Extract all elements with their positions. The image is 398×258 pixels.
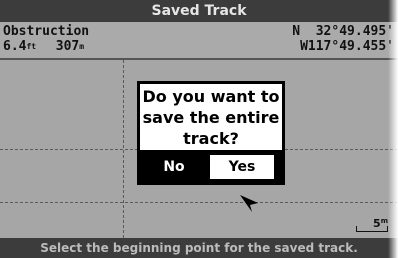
distance-value: 6.4 (3, 39, 27, 54)
position-info: N 32°49.495' W117°49.455' (292, 24, 394, 54)
longitude: W117°49.455' (300, 39, 394, 54)
status-bar: Select the beginning point for the saved… (0, 238, 398, 258)
dialog-line: track? (183, 129, 239, 148)
gps-screen: Saved Track Obstruction 6.4ft 307m N 32°… (0, 0, 398, 258)
dialog-buttons: No Yes (140, 152, 282, 182)
map-scale-label: 5m (373, 217, 388, 230)
info-panel: Obstruction 6.4ft 307m N 32°49.495' W117… (0, 22, 398, 60)
status-text: Select the beginning point for the saved… (40, 241, 358, 255)
distance-unit: ft (26, 42, 37, 51)
page-title: Saved Track (151, 3, 247, 19)
title-bar: Saved Track (0, 0, 398, 22)
latitude: N 32°49.495' (292, 24, 394, 39)
dialog-message: Do you want to save the entire track? (140, 84, 282, 150)
waypoint-name: Obstruction (3, 24, 90, 39)
bearing-unit: m (79, 42, 85, 51)
grid-line (0, 202, 398, 203)
dialog-line: save the entire (142, 108, 280, 127)
device-bezel (388, 0, 398, 258)
yes-button[interactable]: Yes (210, 155, 274, 179)
no-button[interactable]: No (144, 155, 204, 179)
distance-bearing-row: 6.4ft 307m (3, 39, 89, 54)
waypoint-info: Obstruction 6.4ft 307m (3, 24, 89, 54)
bearing-value: 307 (55, 39, 80, 54)
map-pointer-icon[interactable] (238, 193, 260, 213)
dialog-line: Do you want to (142, 87, 280, 106)
confirm-dialog: Do you want to save the entire track? No… (137, 81, 285, 185)
